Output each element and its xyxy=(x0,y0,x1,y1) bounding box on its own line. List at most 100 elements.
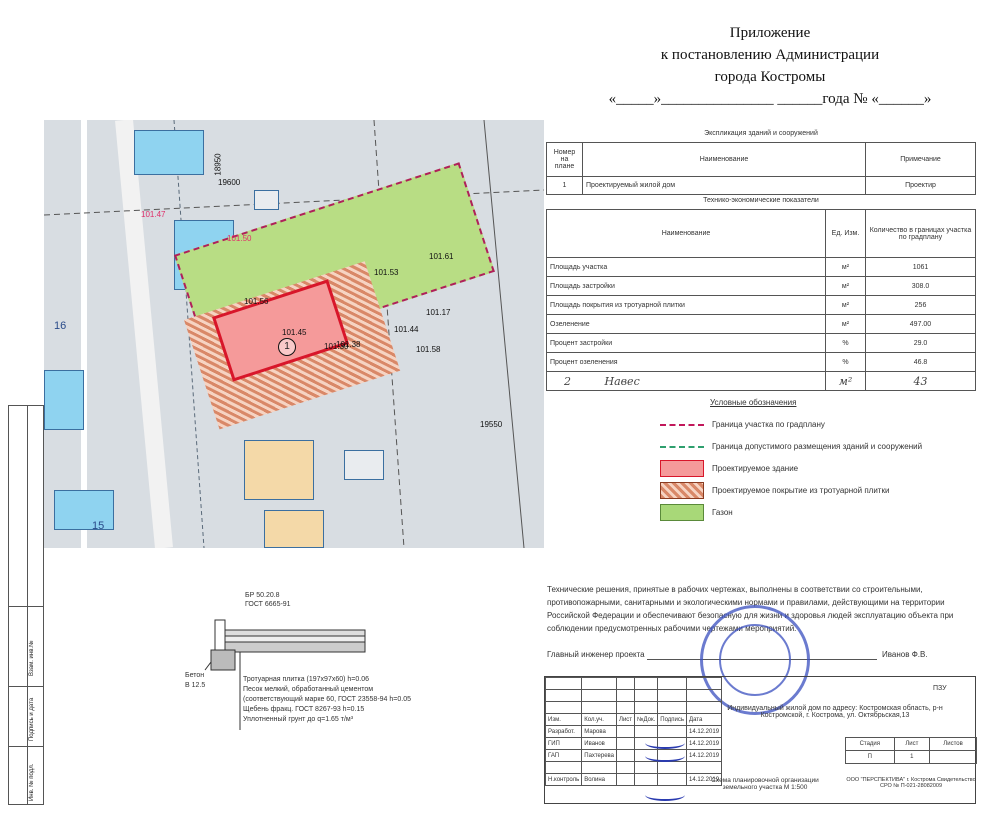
stage-header: Листов xyxy=(929,737,977,751)
building-number-marker: 1 xyxy=(278,338,296,356)
person-row: ГАП Пахтерева 14.12.2019 xyxy=(544,749,723,762)
table-row: Площадь покрытия из тротуарной плитки м² 2… xyxy=(546,295,976,315)
strip-divider xyxy=(9,606,43,607)
legend-label: Газон xyxy=(712,508,733,517)
height-label: 101.47 xyxy=(141,210,166,219)
neighbor-building xyxy=(254,190,279,210)
header-line-2: к постановлению Администрации xyxy=(660,47,880,63)
col-header: Наименование xyxy=(546,209,826,258)
cell: 2 Навес xyxy=(546,371,826,391)
layer-label: Щебень фракц. ГОСТ 8267-93 h=0.15 xyxy=(243,706,365,713)
legend-item: Граница допустимого размещения зданий и … xyxy=(660,437,940,456)
table-row: Озеленение м² 497.00 xyxy=(546,314,976,334)
signature-role: Главный инженер проекта xyxy=(547,650,645,659)
col-header: Наименование xyxy=(582,142,866,177)
paving-section-detail: БР 50.20.8 ГОСТ 6665-91 Бетон В 12.5 Тро… xyxy=(185,590,485,740)
cell: 308.0 xyxy=(865,276,976,296)
table-row: 1 Проектируемый жилой дом Проектир xyxy=(546,176,976,195)
stage-value: 1 xyxy=(893,750,931,764)
grid-header: Подпись xyxy=(657,713,687,726)
cell: Озеленение xyxy=(546,314,826,334)
cell: Марова xyxy=(581,725,617,738)
cell: Волина xyxy=(581,773,617,786)
height-label: 101.45 xyxy=(282,328,307,337)
stage-table: Стадия Лист Листов П 1 xyxy=(845,737,977,764)
layer-label: Уплотненный грунт до q=1.65 т/м³ xyxy=(243,716,354,723)
grid-header: Лист xyxy=(615,713,636,726)
cell: м² xyxy=(825,257,866,277)
legend-label: Проектируемое покрытие из тротуарной пли… xyxy=(712,486,890,495)
cell: 14.12.2019 xyxy=(685,725,723,738)
plot-boundary-swatch xyxy=(660,423,704,426)
tep-title: Технико-экономические показатели xyxy=(703,197,819,204)
handwritten-signature xyxy=(645,737,685,749)
strip-label: Подпись и дата xyxy=(29,697,35,741)
table-row: Площадь участка м² 1061 xyxy=(546,257,976,277)
height-label: 101.50 xyxy=(227,234,252,243)
cell: 1 xyxy=(546,176,583,195)
header-line-1: Приложение xyxy=(729,25,811,41)
strip-divider xyxy=(27,406,28,804)
left-stamp-strip: Взам. инв.№ Подпись и дата Инв. № подл. xyxy=(8,405,44,805)
tables-area: Экспликация зданий и сооружений Номер на… xyxy=(546,128,976,391)
sheet-title: Схема планировочной организации земельно… xyxy=(711,777,819,791)
col-header: Номер на плане xyxy=(546,142,583,177)
strip-divider xyxy=(9,746,43,747)
stage-header: Лист xyxy=(893,737,931,751)
cell: Н.контроль xyxy=(544,773,583,786)
handwritten-row: 2 Навес м² 43 xyxy=(546,371,976,391)
layer-label: Песок мелкий, обработанный цементом xyxy=(243,686,374,693)
cell: 43 xyxy=(865,371,976,391)
grid-header: Изм. xyxy=(544,713,583,726)
legend-title: Условные обозначения xyxy=(710,398,797,407)
curb-gost-label: ГОСТ 6665-91 xyxy=(245,601,291,608)
legend-item: Газон xyxy=(660,503,940,522)
legend-label: Граница участка по градплану xyxy=(712,420,825,429)
person-row: Н.контроль Волина 14.12.2019 xyxy=(544,773,723,786)
layer-label: Тротуарная плитка (197х97х60) h=0.06 xyxy=(243,676,370,683)
cell: Проектируемый жилой дом xyxy=(582,176,866,195)
paving-swatch xyxy=(660,482,704,499)
grid-header: Кол.уч. xyxy=(581,713,617,726)
handwritten-number: 2 xyxy=(564,374,571,388)
header-line-4: «_____»_______________ ______года № «___… xyxy=(608,91,932,107)
cell: 1061 xyxy=(865,257,976,277)
explication-table: Номер на плане Наименование Примечание 1… xyxy=(546,142,976,195)
height-label: 101.53 xyxy=(374,268,399,277)
site-plan-map: 1 19600 19550 101.30 101.45 101.38 101.4… xyxy=(44,120,544,548)
stage-header: Стадия xyxy=(845,737,895,751)
height-label: 101.56 xyxy=(244,297,269,306)
coord-label: 18950 xyxy=(213,153,223,176)
title-block: Изм. Кол.уч. Лист №Док. Подпись Дата Раз… xyxy=(544,676,977,804)
approval-header: Приложение к постановлению Администрации… xyxy=(560,22,980,110)
explication-title: Экспликация зданий и сооружений xyxy=(704,130,818,137)
grid-header: №Док. xyxy=(634,713,659,726)
concrete-label: Бетон xyxy=(185,672,205,679)
legend: Условные обозначения Граница участка по … xyxy=(660,398,940,525)
height-label: 101.44 xyxy=(394,325,419,334)
tep-table: Наименование Ед. Изм. Количество в грани… xyxy=(546,209,976,391)
col-header: Количество в границах участка по градпла… xyxy=(865,209,976,258)
strip-divider xyxy=(9,686,43,687)
document-code: ПЗУ xyxy=(933,685,947,692)
object-address: Индивидуальный жилой дом по адресу: Кост… xyxy=(727,705,943,719)
cell: 497.00 xyxy=(865,314,976,334)
building-zone-swatch xyxy=(660,445,704,448)
stage-value: П xyxy=(845,750,895,764)
neighbor-building xyxy=(44,370,84,430)
handwritten-name: Навес xyxy=(604,374,640,388)
cell: % xyxy=(825,352,866,372)
lawn-swatch xyxy=(660,504,704,521)
cell: Иванов xyxy=(581,737,617,750)
handwritten-signature xyxy=(645,750,685,762)
cell: 256 xyxy=(865,295,976,315)
cell: Разработ. xyxy=(544,725,583,738)
neighbor-building xyxy=(264,510,324,548)
height-label: 101.58 xyxy=(416,345,441,354)
strip-label: Взам. инв.№ xyxy=(29,640,35,676)
legend-item: Проектируемое здание xyxy=(660,459,940,478)
strip-label: Инв. № подл. xyxy=(29,763,35,801)
coord-label: 19550 xyxy=(480,420,503,429)
height-label: 101.38 xyxy=(336,340,361,349)
neighbor-building xyxy=(344,450,384,480)
